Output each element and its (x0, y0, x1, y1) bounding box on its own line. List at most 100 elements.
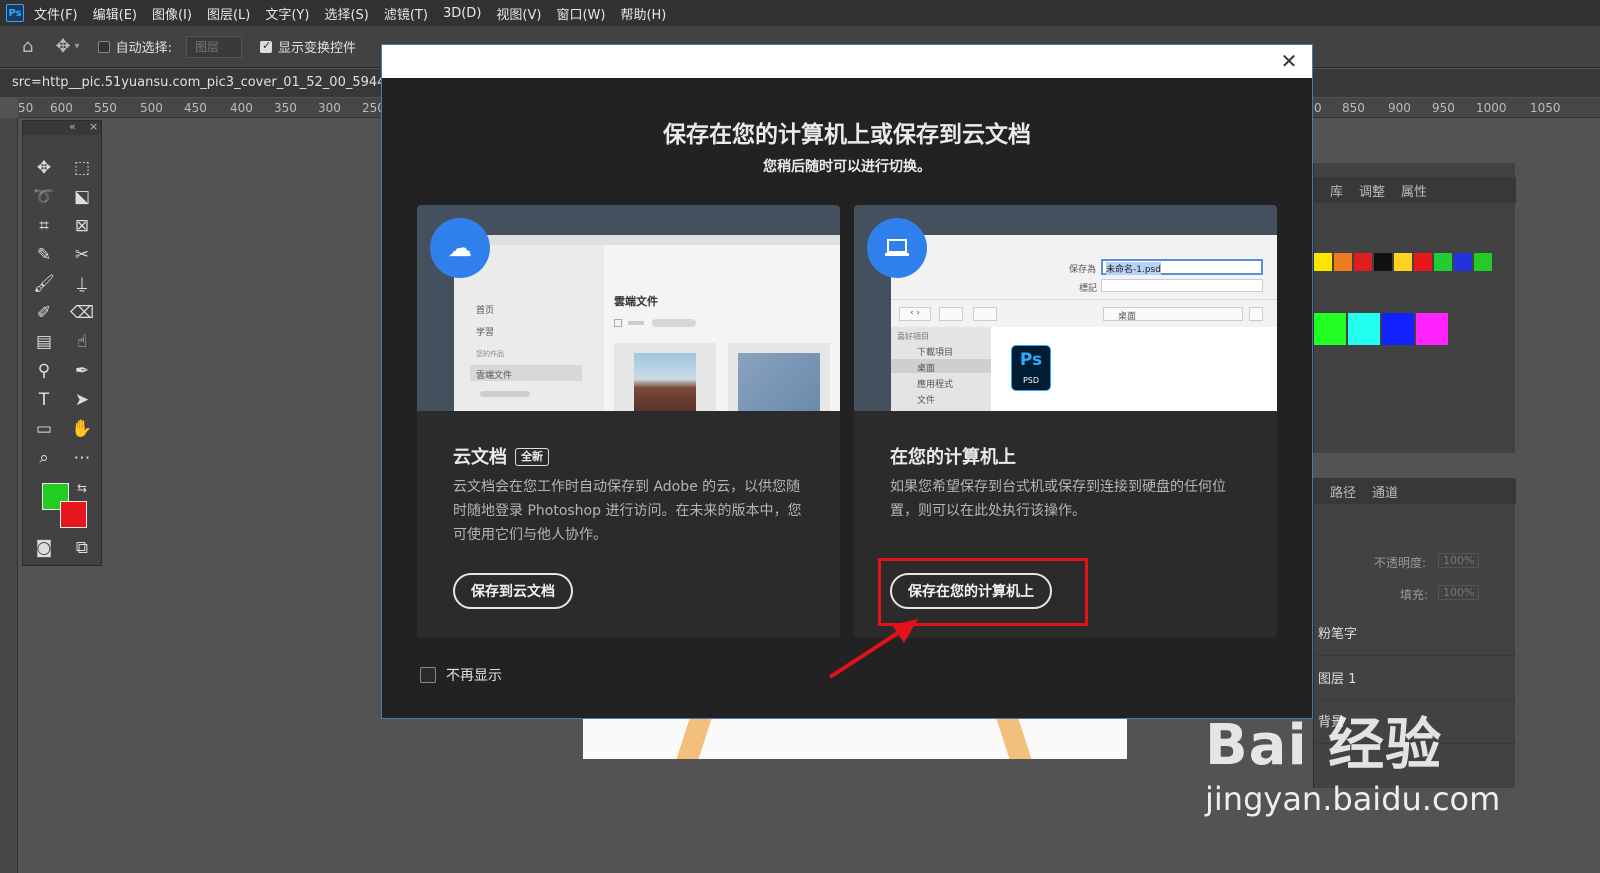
toolbox-header[interactable]: « × (23, 120, 101, 135)
dont-show-label: 不再显示 (446, 668, 502, 684)
color-swatch[interactable] (1474, 253, 1492, 271)
mock-favorite-item: 應用程式 (917, 380, 954, 390)
ruler-tick: 50 (18, 101, 34, 115)
brush-tool-icon[interactable]: 🖌 (31, 271, 57, 297)
tab-paths[interactable]: 路径 (1330, 482, 1356, 501)
color-swatch[interactable] (1334, 253, 1352, 271)
auto-select-checkbox[interactable] (97, 40, 110, 53)
menu-image[interactable]: 图像(I) (152, 4, 192, 23)
mock-favorites-sidebar: 喜好項目 下載項目 桌面 應用程式 文件 (891, 327, 991, 411)
history-brush-icon[interactable]: ✐ (31, 300, 57, 326)
vertical-ruler (0, 118, 18, 873)
menu-view[interactable]: 视图(V) (496, 4, 541, 23)
crop-tool-icon[interactable]: ⌗ (31, 213, 57, 239)
cloud-card-heading: 云文档 全新 (453, 443, 549, 469)
cloud-document-card: 首页 学習 您的作品 雲端文件 雲端文件 ☁ 云文档 全新 云文档会在您工作时自… (417, 205, 840, 638)
hand-tool-icon[interactable]: ✋ (69, 416, 95, 442)
frame-tool-icon[interactable]: ⊠ (69, 213, 95, 239)
lasso-tool-icon[interactable]: ➰ (31, 184, 57, 210)
opacity-field[interactable]: 100% (1438, 553, 1480, 568)
ruler-tick: 0 (1314, 101, 1322, 115)
menu-layer[interactable]: 图层(L) (207, 4, 250, 23)
mock-window: 首页 学習 您的作品 雲端文件 雲端文件 (454, 235, 840, 411)
psd-file-icon-ext: PSD (1022, 376, 1040, 385)
chevron-down-icon[interactable]: ▾ (75, 41, 80, 52)
menu-filter[interactable]: 滤镜(T) (384, 4, 428, 23)
color-swatch[interactable] (1348, 313, 1380, 345)
move-tool-icon[interactable]: ✥ (31, 155, 57, 181)
photoshop-logo: Ps (6, 4, 24, 22)
tab-library[interactable]: 库 (1330, 181, 1343, 200)
color-swatch[interactable] (1314, 313, 1346, 345)
zoom-tool-icon[interactable]: ⌕ (31, 445, 57, 471)
tab-properties[interactable]: 属性 (1401, 181, 1427, 200)
more-tools-icon[interactable]: ⋯ (69, 445, 95, 471)
mock-save-window: 保存為 未命名-1.psd 標記 ‹ › 桌面 喜好項目 下載項目 桌面 應用程… (891, 235, 1277, 411)
close-icon[interactable]: × (89, 120, 98, 133)
stamp-tool-icon[interactable]: ⍊ (69, 271, 95, 297)
home-icon[interactable]: ⌂ (22, 36, 33, 57)
color-swatch[interactable] (1314, 253, 1332, 271)
marquee-tool-icon[interactable]: ⬚ (69, 155, 95, 181)
quick-mask-icon[interactable]: ◙ (31, 535, 57, 561)
color-swatch[interactable] (1454, 253, 1472, 271)
collapse-icon[interactable]: « (69, 120, 76, 133)
ruler-tick: 300 (318, 101, 341, 115)
color-swatch[interactable] (1414, 253, 1432, 271)
cloud-card-description: 云文档会在您工作时自动保存到 Adobe 的云，以供您随时随地登录 Photos… (453, 479, 802, 543)
dialog-title: 保存在您的计算机上或保存到云文档 (663, 122, 1031, 148)
tab-adjustments[interactable]: 调整 (1359, 181, 1385, 200)
mock-tags-label: 標記 (1079, 284, 1098, 294)
object-select-icon[interactable]: ⬕ (69, 184, 95, 210)
mock-favorite-item: 文件 (917, 396, 936, 406)
layer-row[interactable]: 粉笔字 (1314, 614, 1516, 656)
document-tab[interactable]: src=http__pic.51yuansu.com_pic3_cover_01… (12, 75, 425, 90)
type-tool-icon[interactable]: T (31, 387, 57, 413)
menu-file[interactable]: 文件(F) (34, 4, 78, 23)
pen-tool-icon[interactable]: ✒ (69, 358, 95, 384)
menu-type[interactable]: 文字(Y) (265, 4, 309, 23)
swap-colors-icon[interactable]: ⇆ (69, 475, 95, 501)
mock-nav-item: 您的作品 (476, 350, 504, 358)
screen-mode-icon[interactable]: ⧉ (69, 535, 95, 561)
healing-tool-icon[interactable]: ✂ (69, 242, 95, 268)
color-swatch[interactable] (1416, 313, 1448, 345)
smudge-tool-icon[interactable]: ☝ (69, 329, 95, 355)
color-swatch[interactable] (1374, 253, 1392, 271)
menu-select[interactable]: 选择(S) (324, 4, 368, 23)
menu-3d[interactable]: 3D(D) (443, 6, 481, 21)
dodge-tool-icon[interactable]: ⚲ (31, 358, 57, 384)
menu-edit[interactable]: 编辑(E) (93, 4, 137, 23)
show-transform-checkbox[interactable] (259, 39, 272, 53)
show-transform-label: 显示变换控件 (277, 41, 356, 56)
rectangle-tool-icon[interactable]: ▭ (31, 416, 57, 442)
fill-field[interactable]: 100% (1438, 585, 1480, 600)
eraser-tool-icon[interactable]: ⌫ (69, 300, 95, 326)
mock-location: 桌面 (1118, 312, 1137, 322)
mock-heading: 雲端文件 (614, 295, 658, 308)
opacity-label: 不透明度: (1374, 556, 1427, 570)
gradient-tool-icon[interactable]: ▤ (31, 329, 57, 355)
color-swatch[interactable] (1354, 253, 1372, 271)
tab-channels[interactable]: 通道 (1372, 482, 1398, 501)
color-swatch[interactable] (1382, 313, 1414, 345)
dont-show-again[interactable]: 不再显示 (420, 665, 502, 685)
layer-row[interactable]: 图层 1 (1314, 659, 1516, 701)
dont-show-checkbox[interactable] (420, 667, 436, 683)
path-select-icon[interactable]: ➤ (69, 387, 95, 413)
color-swatch[interactable] (1434, 253, 1452, 271)
ruler-tick: 850 (1342, 101, 1365, 115)
eyedropper-icon[interactable]: ✎ (31, 242, 57, 268)
save-to-cloud-button[interactable]: 保存到云文档 (453, 573, 573, 609)
ruler-tick: 1000 (1476, 101, 1507, 115)
background-color-swatch[interactable] (60, 501, 87, 528)
close-icon[interactable]: ✕ (1278, 50, 1300, 72)
mock-favorite-item: 桌面 (917, 364, 936, 374)
canvas-document[interactable] (583, 719, 1127, 759)
menu-help[interactable]: 帮助(H) (620, 4, 666, 23)
color-swatch[interactable] (1394, 253, 1412, 271)
move-tool-icon[interactable]: ✥ (55, 36, 70, 57)
auto-select-dropdown[interactable]: 图层 (185, 35, 242, 58)
auto-select-label: 自动选择: (115, 41, 172, 56)
menu-window[interactable]: 窗口(W) (556, 4, 605, 23)
